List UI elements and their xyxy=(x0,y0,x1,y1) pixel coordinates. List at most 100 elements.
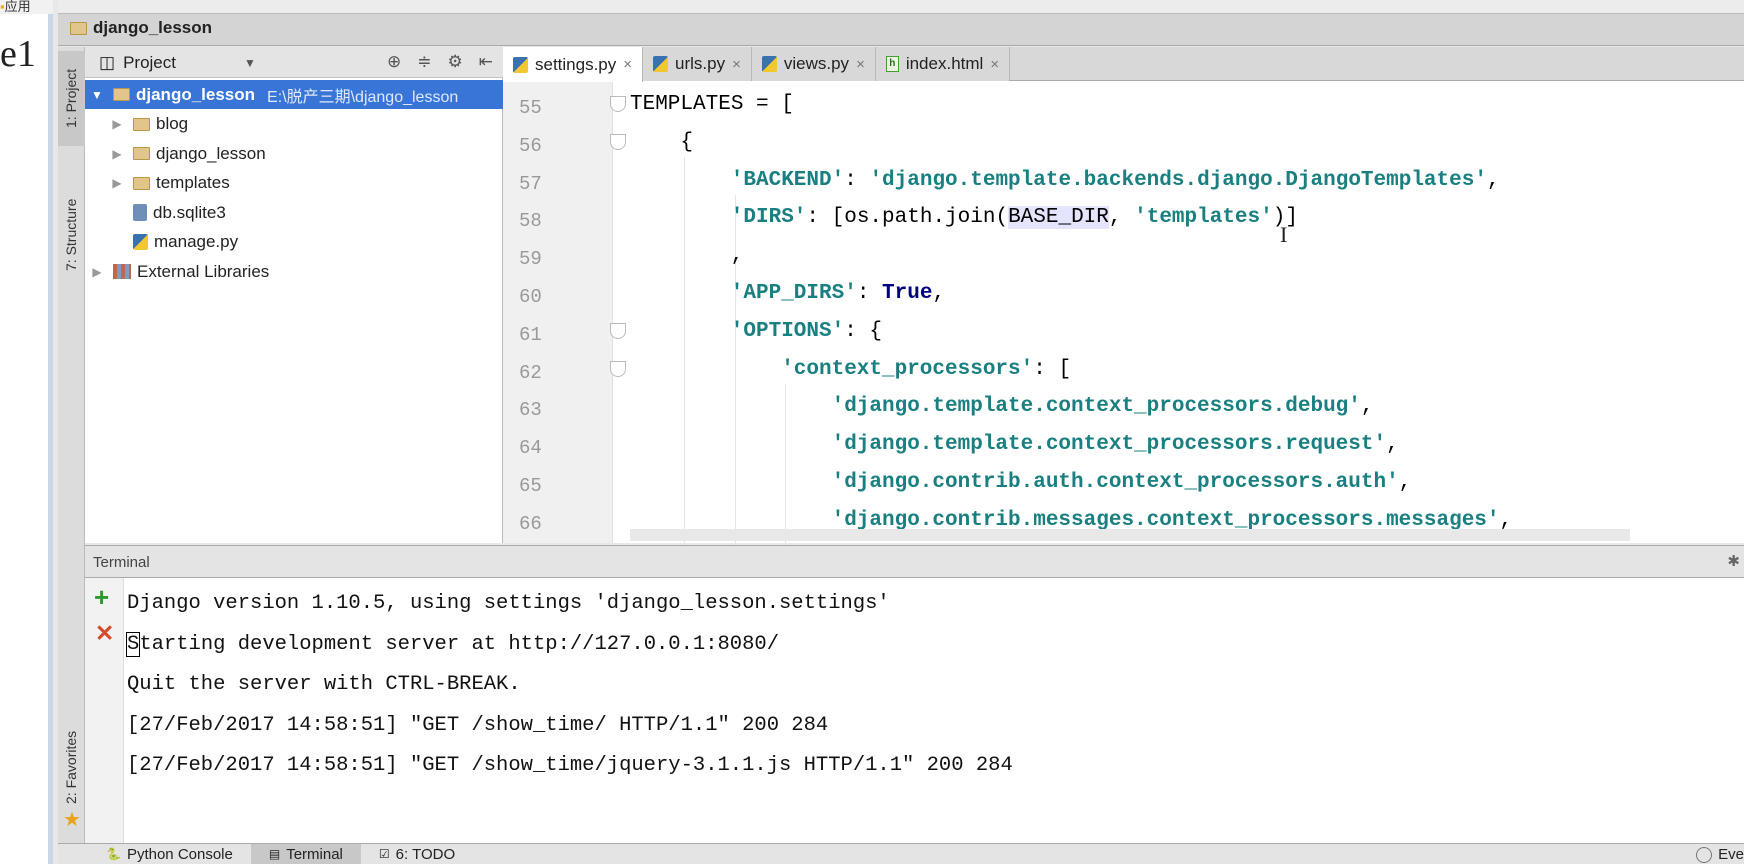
bottom-tab-terminal[interactable]: ▤ Terminal xyxy=(250,844,361,864)
code-token-str: 'DIRS' xyxy=(730,206,807,230)
gear-icon[interactable]: ✱ xyxy=(1727,552,1740,570)
tree-item[interactable]: ▶ templates xyxy=(85,169,503,198)
tab-label: views.py xyxy=(783,54,850,73)
close-icon[interactable]: × xyxy=(990,56,999,73)
fold-marker-icon[interactable] xyxy=(610,133,626,150)
close-icon[interactable]: × xyxy=(856,56,865,73)
tree-item-label: External Libraries xyxy=(137,261,270,281)
line-number: 65 xyxy=(519,475,542,497)
code-token-plain: : xyxy=(844,168,870,192)
close-icon[interactable]: × xyxy=(732,56,741,73)
terminal-header: Terminal ✱ xyxy=(85,545,1744,578)
tree-item[interactable]: ▶ External Libraries xyxy=(85,257,503,286)
tree-item[interactable]: ▼ django_lesson E:\脱产三期\django_lesson xyxy=(85,80,503,109)
code-token-plain: : [os.path.join( xyxy=(806,206,1009,230)
tree-item-label: django_lesson xyxy=(156,143,266,163)
code-line: , xyxy=(731,244,744,267)
collapsed-arrow-icon[interactable]: ▶ xyxy=(107,117,127,131)
collapsed-arrow-icon[interactable]: ▶ xyxy=(87,265,107,279)
tree-item[interactable]: ▶ django_lesson xyxy=(85,139,503,168)
chevron-down-icon: ▼ xyxy=(243,56,256,70)
fold-marker-icon[interactable] xyxy=(610,360,626,377)
terminal-line: Django version 1.10.5, using settings 'd… xyxy=(127,592,890,615)
code-token-plain: : xyxy=(856,282,883,305)
code-token-plain: , xyxy=(1398,471,1412,494)
breadcrumb[interactable]: django_lesson xyxy=(70,18,212,38)
tab-index-html[interactable]: h index.html × xyxy=(875,47,1011,81)
close-icon[interactable]: × xyxy=(623,56,632,73)
tool-tab-favorites[interactable]: 2: Favorites xyxy=(58,712,85,822)
code-token-plain: : [ xyxy=(1033,357,1072,381)
code-token-str: 'django.template.backends.django.DjangoT… xyxy=(869,168,1487,192)
tool-tab-project[interactable]: 1: Project xyxy=(58,51,85,146)
code-line: 'APP_DIRS': True, xyxy=(731,282,945,305)
terminal-line: Quit the server with CTRL-BREAK. xyxy=(127,673,521,696)
collapsed-arrow-icon[interactable]: ▶ xyxy=(107,147,127,161)
tree-item[interactable]: ▶ blog xyxy=(85,110,503,139)
tree-item-label: db.sqlite3 xyxy=(153,202,226,222)
project-view-selector[interactable]: ◫ Project ▼ xyxy=(99,53,256,73)
close-session-icon[interactable]: ✕ xyxy=(95,620,114,647)
line-number: 56 xyxy=(519,134,542,157)
code-token-plain: , xyxy=(1486,168,1500,192)
library-icon xyxy=(113,264,131,279)
navigation-bar: django_lesson xyxy=(58,14,1744,46)
bottom-tab-python-console[interactable]: 🐍 Python Console xyxy=(88,844,251,864)
code-token-plain: , xyxy=(730,244,744,268)
python-file-icon xyxy=(133,234,148,250)
new-session-icon[interactable]: + xyxy=(94,582,109,613)
tool-tab-structure[interactable]: 7: Structure xyxy=(58,175,85,295)
code-line: 'OPTIONS': { xyxy=(731,320,882,343)
fold-marker-icon[interactable] xyxy=(610,322,626,339)
code-token-str: 'OPTIONS' xyxy=(730,319,845,343)
line-number: 62 xyxy=(519,361,542,384)
line-number: 61 xyxy=(519,323,542,346)
terminal-line: [27/Feb/2017 14:58:51] "GET /show_time/ … xyxy=(127,713,829,737)
code-token-str: 'templates' xyxy=(1134,206,1273,230)
tree-item[interactable]: db.sqlite3 xyxy=(85,198,503,227)
tab-views-py[interactable]: views.py × xyxy=(751,47,876,81)
tab-settings-py[interactable]: settings.py × xyxy=(503,47,644,82)
tab-label: urls.py xyxy=(675,54,726,73)
code-line: TEMPLATES = [ xyxy=(630,93,794,116)
breadcrumb-label: django_lesson xyxy=(93,18,213,37)
code-line: 'django.template.context_processors.requ… xyxy=(832,433,1399,456)
project-title: Project xyxy=(123,53,176,72)
code-token-hl: BASE_DIR xyxy=(1008,206,1109,230)
code-editor[interactable]: settings.py × urls.py × views.py × h index.html… xyxy=(503,47,1744,586)
html-file-icon: h xyxy=(885,56,899,72)
bottom-tab--todo[interactable]: ☑ 6: TODO xyxy=(361,844,473,864)
collapse-all-icon[interactable]: ≑ xyxy=(417,52,431,72)
code-line: 'django.contrib.auth.context_processors.… xyxy=(832,471,1412,494)
editor-tabs: settings.py × urls.py × views.py × h index.html… xyxy=(503,47,1744,82)
bottom-tab-label: 6: TODO xyxy=(395,845,456,863)
line-number: 64 xyxy=(519,437,542,460)
line-number: 55 xyxy=(519,97,542,119)
terminal-output[interactable]: Django version 1.10.5, using settings 'd… xyxy=(124,578,1744,843)
browser-apps-bookmark[interactable]: ▪应用 xyxy=(0,0,53,14)
code-token-plain: , xyxy=(1108,206,1135,230)
todo-icon: ☑ xyxy=(378,847,390,861)
code-line: 'BACKEND': 'django.template.backends.dja… xyxy=(731,169,1500,192)
code-token-str: 'context_processors' xyxy=(781,357,1034,381)
project-panel-header: ◫ Project ▼ ⊕ ≑ ⚙ ⇤ xyxy=(85,47,503,78)
code-line: 'django.template.context_processors.debu… xyxy=(832,395,1374,418)
event-log-button[interactable]: Eve xyxy=(1696,846,1744,863)
gear-icon[interactable]: ⚙ xyxy=(448,52,463,72)
code-token-str: 'django.template.context_processors.debu… xyxy=(831,395,1361,419)
tree-item[interactable]: manage.py xyxy=(85,228,503,257)
folder-icon xyxy=(133,176,150,190)
code-token-plain: , xyxy=(1360,395,1374,419)
tab-urls-py[interactable]: urls.py × xyxy=(643,47,752,81)
python-file-icon xyxy=(513,56,528,73)
code-token-plain: : { xyxy=(844,319,883,343)
fold-marker-icon[interactable] xyxy=(610,96,626,112)
apps-label: 应用 xyxy=(4,0,31,14)
locate-icon[interactable]: ⊕ xyxy=(387,52,401,72)
horizontal-scrollbar[interactable] xyxy=(630,529,1630,541)
expanded-arrow-icon[interactable]: ▼ xyxy=(87,88,107,102)
project-path: E:\脱产三期\django_lesson xyxy=(267,88,459,106)
hide-panel-icon[interactable]: ⇤ xyxy=(479,52,493,72)
collapsed-arrow-icon[interactable]: ▶ xyxy=(107,176,127,190)
terminal-toolbar: + ✕ xyxy=(85,578,124,843)
